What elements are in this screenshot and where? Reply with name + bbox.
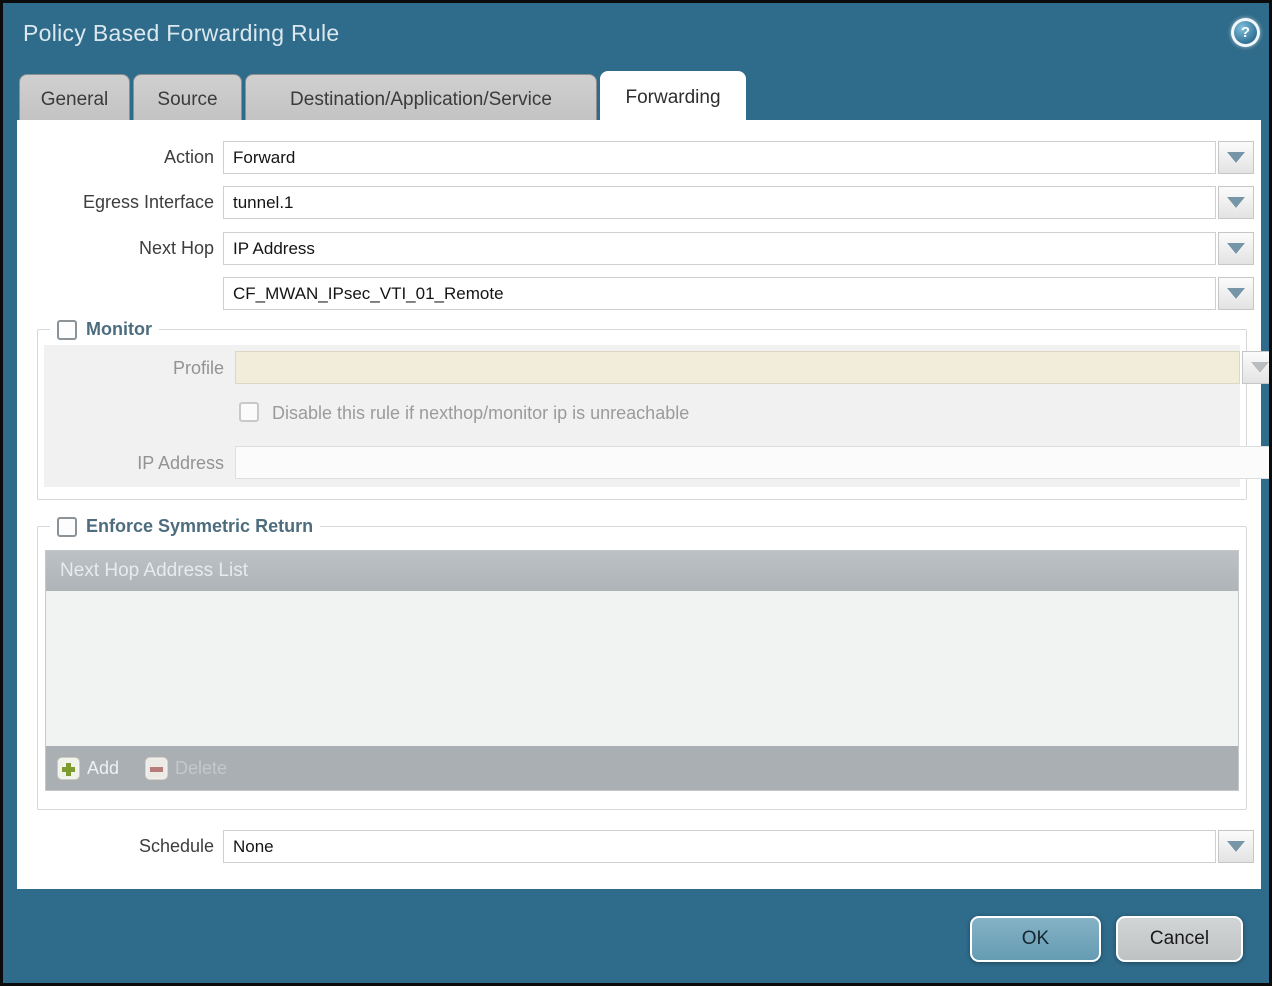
next-hop-dropdown-button[interactable] [1218, 232, 1254, 265]
next-hop-type-input[interactable] [223, 232, 1216, 265]
action-dropdown-button[interactable] [1218, 141, 1254, 174]
next-hop-combo [223, 232, 1254, 265]
disable-rule-checkbox [239, 402, 259, 422]
tab-destination-application-service[interactable]: Destination/Application/Service [245, 74, 597, 123]
profile-label: Profile [44, 351, 224, 385]
tab-bar: General Source Destination/Application/S… [19, 71, 746, 123]
next-hop-address-list-header: Next Hop Address List [46, 551, 1238, 591]
monitor-body: Profile Disable this rule if nexthop/mon… [44, 345, 1240, 487]
next-hop-address-dropdown-button[interactable] [1218, 277, 1254, 310]
chevron-down-icon [1227, 288, 1245, 299]
action-combo [223, 141, 1254, 174]
monitor-ip-address-input [235, 446, 1272, 479]
next-hop-address-combo [223, 277, 1254, 310]
monitor-checkbox[interactable] [57, 320, 77, 340]
chevron-down-icon [1227, 152, 1245, 163]
profile-input [235, 351, 1240, 384]
chevron-down-icon [1227, 243, 1245, 254]
action-label: Action [17, 141, 214, 174]
help-button[interactable]: ? [1231, 18, 1260, 47]
tab-forwarding[interactable]: Forwarding [600, 71, 746, 123]
dialog-title: Policy Based Forwarding Rule [23, 20, 340, 47]
enforce-legend: Enforce Symmetric Return [50, 516, 320, 537]
chevron-down-icon [1251, 362, 1269, 373]
profile-dropdown-button [1242, 351, 1272, 384]
egress-interface-input[interactable] [223, 186, 1216, 219]
monitor-section: Monitor Profile Disable this rule if nex… [37, 319, 1247, 500]
delete-button: Delete [145, 757, 227, 780]
action-input[interactable] [223, 141, 1216, 174]
enforce-legend-label: Enforce Symmetric Return [86, 516, 313, 537]
schedule-label: Schedule [17, 830, 214, 863]
next-hop-label: Next Hop [17, 232, 214, 265]
profile-combo [235, 351, 1272, 384]
question-mark-icon: ? [1234, 21, 1257, 44]
egress-interface-label: Egress Interface [17, 186, 214, 219]
delete-button-label: Delete [175, 758, 227, 779]
enforce-symmetric-return-section: Enforce Symmetric Return Next Hop Addres… [37, 516, 1247, 810]
add-button: Add [57, 757, 119, 780]
add-button-label: Add [87, 758, 119, 779]
next-hop-address-list-toolbar: Add Delete [46, 746, 1238, 790]
monitor-ip-address-label: IP Address [44, 446, 224, 480]
egress-interface-dropdown-button[interactable] [1218, 186, 1254, 219]
plus-icon [57, 757, 80, 780]
chevron-down-icon [1227, 841, 1245, 852]
ok-button[interactable]: OK [970, 916, 1101, 962]
minus-icon [145, 757, 168, 780]
monitor-legend-label: Monitor [86, 319, 152, 340]
tab-source[interactable]: Source [133, 74, 242, 123]
tab-general[interactable]: General [19, 74, 130, 123]
pbf-rule-dialog: Policy Based Forwarding Rule ? General S… [0, 0, 1272, 986]
enforce-symmetric-return-checkbox[interactable] [57, 517, 77, 537]
schedule-input[interactable] [223, 830, 1216, 863]
forwarding-tab-panel: Action Egress Interface Next Hop [17, 120, 1261, 889]
egress-interface-combo [223, 186, 1254, 219]
schedule-combo [223, 830, 1254, 863]
chevron-down-icon [1227, 197, 1245, 208]
monitor-legend: Monitor [50, 319, 159, 340]
schedule-dropdown-button[interactable] [1218, 830, 1254, 863]
disable-rule-label: Disable this rule if nexthop/monitor ip … [272, 402, 689, 424]
next-hop-address-list-body [46, 591, 1238, 746]
cancel-button[interactable]: Cancel [1116, 916, 1243, 962]
next-hop-address-list-table: Next Hop Address List Add Delete [45, 550, 1239, 791]
next-hop-address-input[interactable] [223, 277, 1216, 310]
